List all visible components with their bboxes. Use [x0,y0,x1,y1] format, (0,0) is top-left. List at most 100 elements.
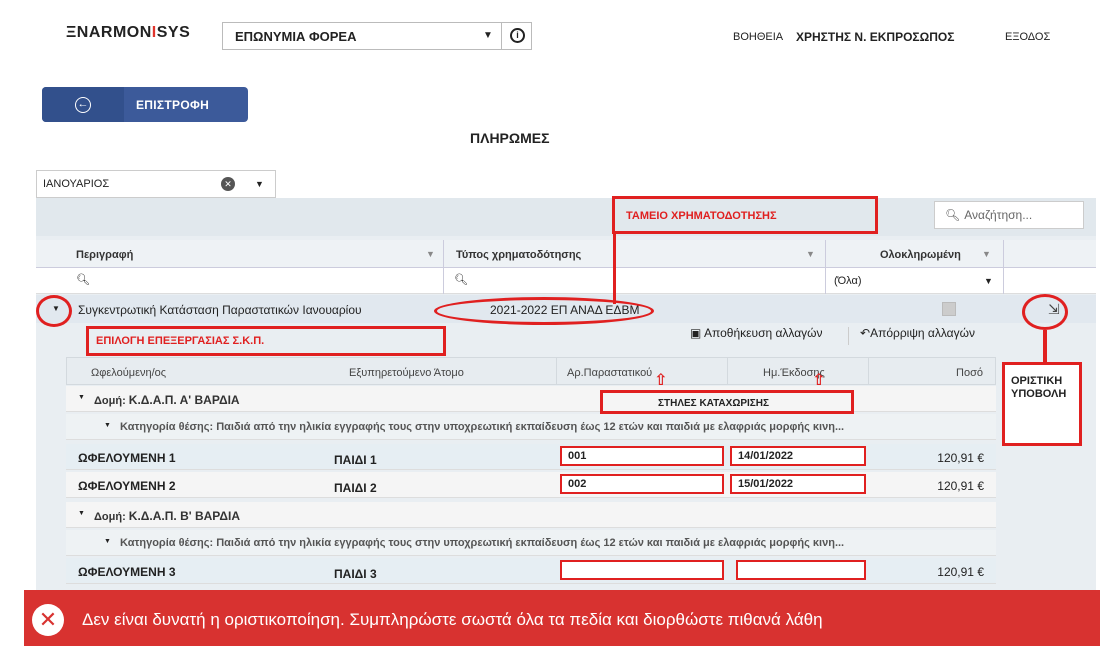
search-icon[interactable]: 🔍︎ [76,273,90,286]
annotation-label-funding: ΤΑΜΕΙΟ ΧΡΗΜΑΤΟΔΟΤΗΣΗΣ [626,210,777,222]
chevron-down-icon[interactable]: ▼ [483,30,493,41]
chevron-down-icon[interactable]: ▼ [984,276,993,286]
chevron-down-icon[interactable]: ▼ [255,179,264,189]
group-title: Δομή: Κ.Δ.Α.Π. Α' ΒΑΡΔΙΑ [94,393,240,407]
amount-cell: 120,91 € [937,451,984,465]
search-icon[interactable]: 🔍︎ [454,273,468,286]
save-changes-button[interactable]: ▣ Αποθήκευση αλλαγών [690,326,823,340]
annotation-box-submit: ΟΡΙΣΤΙΚΗ ΥΠΟΒΟΛΗ [1002,362,1082,446]
col-beneficiary[interactable]: Ωφελούμενη/ος [91,367,166,379]
col-funding-type[interactable]: Τύπος χρηματοδότησης [456,249,581,261]
divider [727,357,728,385]
info-icon[interactable]: i [510,28,525,43]
undo-icon: ↶ [860,326,871,340]
collapse-caret-icon[interactable]: ▼ [78,510,85,517]
search-input[interactable]: 🔍︎ Αναζήτηση... [934,201,1084,229]
divider [825,240,826,294]
amount-cell: 120,91 € [937,479,984,493]
error-banner: ✕ Δεν είναι δυνατή η οριστικοποίηση. Συμ… [24,590,1100,646]
grid-filter-row: 🔍︎ 🔍︎ (Όλα) ▼ [36,268,1096,294]
app-logo: ΞNARMONISYS [66,24,190,42]
annotation-label-edit: ΕΠΙΛΟΓΗ ΕΠΕΞΕΡΓΑΣΙΑΣ Σ.Κ.Π. [96,335,265,347]
group-title-name: Κ.Δ.Α.Π. Β' ΒΑΡΔΙΑ [128,509,241,523]
col-doc-number[interactable]: Αρ.Παραστατικού [567,367,652,379]
issue-date-input[interactable] [736,560,866,580]
back-button[interactable]: ← ΕΠΙΣΤΡΟΦΗ [42,87,248,122]
annotation-label-submit-line2: ΥΠΟΒΟΛΗ [1011,388,1067,400]
served-person-cell: ΠΑΙΔΙ 1 [334,453,377,467]
category-row[interactable]: ▼ Κατηγορία θέσης: Παιδιά από την ηλικία… [66,414,996,440]
col-completed[interactable]: Ολοκληρωμένη [880,249,961,261]
annotation-ellipse-submit [1022,294,1068,330]
back-button-label: ΕΠΙΣΤΡΟΦΗ [136,97,210,112]
group-title: Δομή: Κ.Δ.Α.Π. Β' ΒΑΡΔΙΑ [94,509,240,523]
served-person-cell: ΠΑΙΔΙ 3 [334,567,377,581]
issue-date-input[interactable]: 15/01/2022 [730,474,866,494]
doc-number-input[interactable] [560,560,724,580]
category-row[interactable]: ▼ Κατηγορία θέσης: Παιδιά από την ηλικία… [66,530,996,556]
arrow-up-icon: ⇧ [812,372,826,389]
beneficiary-cell: ΩΦΕΛΟΥΜΕΝΗ 1 [78,451,176,465]
search-icon: 🔍︎ [945,208,961,222]
issue-date-input[interactable]: 14/01/2022 [730,446,866,466]
grid-header: Περιγραφή ▼ Τύπος χρηματοδότησης ▼ Ολοκλ… [36,240,1096,268]
col-amount[interactable]: Ποσό [956,367,983,379]
group-title-prefix: Δομή: [94,395,129,407]
col-description[interactable]: Περιγραφή [76,249,133,261]
logo-text-pre: ΞNARMON [66,24,152,41]
collapse-caret-icon[interactable]: ▼ [104,538,111,545]
group-title-prefix: Δομή: [94,511,129,523]
divider [443,240,444,294]
discard-changes-label: Απόρριψη αλλαγών [870,326,975,340]
group-row[interactable]: ▼ Δομή: Κ.Δ.Α.Π. Β' ΒΑΡΔΙΑ [66,502,996,528]
category-title: Κατηγορία θέσης: Παιδιά από την ηλικία ε… [120,537,845,549]
organization-select-label: ΕΠΩΝΥΜΙΑ ΦΟΡΕΑ [235,29,357,44]
logout-link[interactable]: ΕΞΟΔΟΣ [1005,31,1050,43]
annotation-label-submit-line1: ΟΡΙΣΤΙΚΗ [1011,375,1063,387]
filter-icon[interactable]: ▼ [982,249,991,259]
user-name[interactable]: ΧΡΗΣΤΗΣ Ν. ΕΚΠΡΟΣΩΠΟΣ [796,30,954,44]
filter-icon[interactable]: ▼ [806,249,815,259]
beneficiary-cell: ΩΦΕΛΟΥΜΕΝΗ 2 [78,479,176,493]
doc-number-input[interactable]: 002 [560,474,724,494]
annotation-label-submit: ΟΡΙΣΤΙΚΗ ΥΠΟΒΟΛΗ [1011,375,1066,401]
category-title: Κατηγορία θέσης: Παιδιά από την ηλικία ε… [120,421,845,433]
organization-select[interactable]: ΕΠΩΝΥΜΙΑ ΦΟΡΕΑ ▼ i [222,22,532,50]
divider [1003,240,1004,294]
page-title: ΠΛΗΡΩΜΕΣ [470,130,550,146]
collapse-caret-icon[interactable]: ▼ [78,394,85,401]
divider [501,23,502,49]
divider [868,357,869,385]
filter-completed-value[interactable]: (Όλα) [834,275,862,287]
divider [556,357,557,385]
col-served-person[interactable]: Εξυπηρετούμενο Άτομο [349,367,464,379]
discard-changes-button[interactable]: ↶Απόρριψη αλλαγών [860,326,975,340]
month-select[interactable]: ΙΑΝΟΥΑΡΙΟΣ ✕ ▼ [36,170,276,198]
annotation-ellipse-funding [434,297,654,325]
completed-checkbox[interactable] [942,302,956,316]
arrow-up-icon: ⇧ [654,372,668,389]
close-icon[interactable]: ✕ [32,604,64,636]
logo-text-post: SYS [156,24,191,41]
divider [848,327,849,345]
annotation-ellipse-expand [36,295,72,327]
save-changes-label: Αποθήκευση αλλαγών [704,326,823,340]
clear-icon[interactable]: ✕ [221,177,235,191]
amount-cell: 120,91 € [937,565,984,579]
annotation-label-entry-columns: ΣΤΗΛΕΣ ΚΑΤΑΧΩΡΙΣΗΣ [658,398,770,409]
group-row[interactable]: ▼ Δομή: Κ.Δ.Α.Π. Α' ΒΑΡΔΙΑ [66,386,996,412]
collapse-caret-icon[interactable]: ▼ [104,422,111,429]
master-row-description: Συγκεντρωτική Κατάσταση Παραστατικών Ιαν… [78,303,362,317]
group-title-name: Κ.Δ.Α.Π. Α' ΒΑΡΔΙΑ [128,393,240,407]
save-icon: ▣ [690,326,702,340]
back-arrow-icon-wrap: ← [42,87,124,122]
beneficiary-cell: ΩΦΕΛΟΥΜΕΝΗ 3 [78,565,176,579]
error-message: Δεν είναι δυνατή η οριστικοποίηση. Συμπλ… [82,610,823,629]
back-arrow-icon: ← [75,96,91,113]
served-person-cell: ΠΑΙΔΙ 2 [334,481,377,495]
doc-number-input[interactable]: 001 [560,446,724,466]
month-select-value: ΙΑΝΟΥΑΡΙΟΣ [43,178,110,190]
detail-header: Ωφελούμενη/ος Εξυπηρετούμενο Άτομο Αρ.Πα… [66,357,996,385]
filter-icon[interactable]: ▼ [426,249,435,259]
help-link[interactable]: ΒΟΗΘΕΙΑ [733,31,783,43]
